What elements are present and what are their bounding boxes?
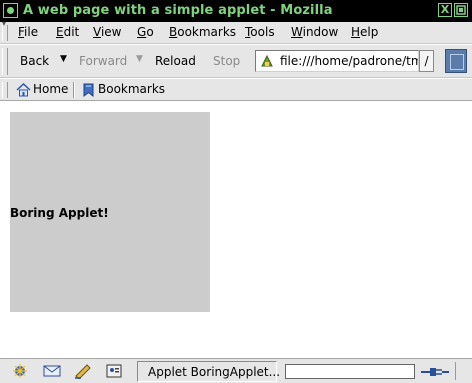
menu-view[interactable]: View — [93, 25, 121, 39]
home-label: Home — [33, 82, 69, 96]
address-book-icon[interactable] — [104, 363, 124, 379]
menu-help[interactable]: Help — [351, 25, 378, 39]
navigation-toolbar: Back ▼ Forward ▼ Reload Stop file:///hom… — [0, 45, 472, 78]
stop-button[interactable]: Stop — [213, 54, 240, 68]
security-lock-icon[interactable] — [455, 362, 469, 380]
home-button[interactable]: Home — [16, 82, 72, 98]
applet-text: Boring Applet! — [10, 206, 109, 220]
navbar-grip[interactable] — [2, 48, 8, 75]
window-title: A web page with a simple applet - Mozill… — [23, 3, 333, 18]
composer-icon[interactable] — [73, 363, 93, 379]
java-applet[interactable]: Boring Applet! — [10, 112, 210, 312]
toolbar-separator — [73, 82, 75, 98]
bookmarks-label: Bookmarks — [98, 82, 166, 96]
throbber-icon[interactable] — [445, 49, 467, 73]
bookmarks-button[interactable]: Bookmarks — [81, 82, 166, 98]
title-bar: A web page with a simple applet - Mozill… — [0, 0, 472, 22]
bookmarks-icon — [83, 83, 94, 97]
progress-meter — [285, 364, 415, 379]
menu-tools[interactable]: Tools — [245, 25, 275, 39]
back-dropdown-icon[interactable]: ▼ — [60, 54, 67, 64]
menu-window[interactable]: Window — [291, 25, 338, 39]
menubar-grip[interactable] — [2, 19, 8, 41]
status-text-panel: Applet BoringApplet... — [137, 361, 281, 382]
forward-dropdown-icon[interactable]: ▼ — [136, 54, 143, 64]
url-go-button[interactable]: / — [419, 50, 434, 72]
maximize-window-button[interactable] — [454, 3, 468, 17]
navigator-icon[interactable] — [10, 363, 30, 379]
url-text: file:///home/padrone/tmp — [280, 54, 419, 68]
close-window-button[interactable]: X — [438, 3, 452, 17]
menu-go[interactable]: Go — [137, 25, 154, 39]
menu-bar: File Edit View Go Bookmarks Tools Window… — [0, 19, 472, 44]
personalbar-grip[interactable] — [2, 82, 8, 98]
online-status-icon[interactable] — [420, 364, 450, 380]
reload-button[interactable]: Reload — [155, 54, 196, 68]
site-page-icon — [261, 54, 273, 67]
status-bar: Applet BoringApplet... — [0, 358, 472, 383]
window-menu-icon[interactable] — [3, 3, 18, 18]
page-content: Boring Applet! — [0, 102, 472, 358]
menu-bookmarks[interactable]: Bookmarks — [169, 25, 236, 39]
menu-edit[interactable]: Edit — [56, 25, 79, 39]
back-button[interactable]: Back — [20, 54, 49, 68]
menu-file[interactable]: File — [18, 25, 38, 39]
forward-button[interactable]: Forward — [79, 54, 127, 68]
status-text: Applet BoringApplet... — [148, 365, 281, 379]
url-input[interactable]: file:///home/padrone/tmp — [255, 50, 419, 72]
maximize-icon — [456, 5, 466, 15]
home-icon — [16, 83, 31, 97]
mail-icon[interactable] — [42, 363, 62, 379]
personal-toolbar: Home Bookmarks — [0, 79, 472, 101]
